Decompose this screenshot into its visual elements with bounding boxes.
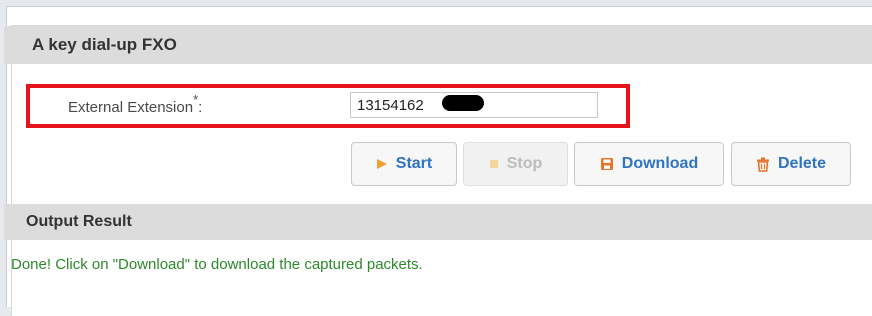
output-title: Output Result [26,213,132,230]
delete-button[interactable]: Delete [731,142,851,186]
section-header-fxo: A key dial-up FXO [4,26,872,64]
section-title: A key dial-up FXO [32,35,177,54]
external-extension-label: External Extension*: [68,92,203,116]
trash-icon [756,157,770,172]
stop-button[interactable]: Stop [463,142,568,186]
stop-label: Stop [506,155,543,172]
start-button[interactable]: Start [351,142,457,186]
download-label: Download [621,155,699,172]
label-text: External Extension [68,99,194,116]
stop-icon [489,159,499,169]
start-label: Start [395,155,433,172]
output-message: Done! Click on "Download" to download th… [11,256,423,273]
required-mark: * [193,92,199,107]
save-icon [600,157,614,171]
label-suffix: : [198,99,203,116]
download-button[interactable]: Download [574,142,724,186]
delete-label: Delete [777,155,827,172]
redaction-mark [442,95,484,111]
section-header-output: Output Result [4,204,872,240]
play-icon [376,158,388,170]
